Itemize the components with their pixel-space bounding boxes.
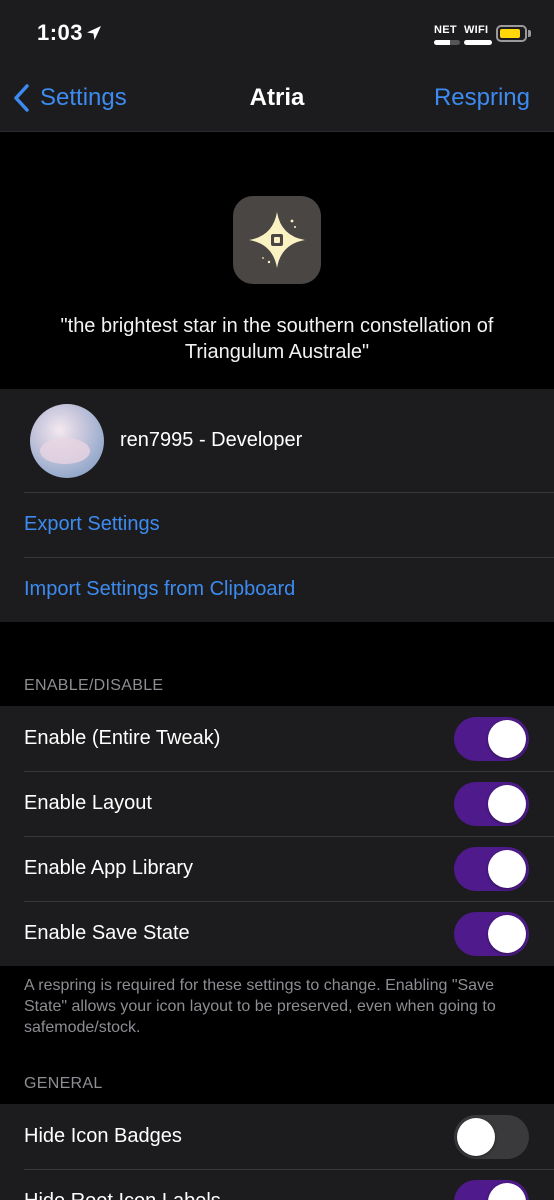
section-header-general: GENERAL bbox=[24, 1075, 103, 1092]
toggle-row-enable-layout: Enable Layout bbox=[0, 771, 554, 836]
navigation-bar: Settings Atria Respring bbox=[0, 66, 554, 132]
hide-icon-badges-toggle[interactable] bbox=[454, 1115, 529, 1159]
export-settings-link[interactable]: Export Settings bbox=[24, 513, 160, 536]
toggle-knob bbox=[488, 915, 526, 953]
toggle-knob bbox=[488, 720, 526, 758]
enable-save-state-toggle[interactable] bbox=[454, 912, 529, 956]
network-label: NET bbox=[434, 24, 457, 36]
hide-root-icon-labels-toggle[interactable] bbox=[454, 1180, 529, 1200]
section-header-enable: ENABLE/DISABLE bbox=[24, 677, 164, 694]
toggle-knob bbox=[488, 850, 526, 888]
section-footer-note: A respring is required for these setting… bbox=[24, 977, 496, 1036]
info-group: ren7995 - Developer Export Settings Impo… bbox=[0, 389, 554, 622]
import-settings-row[interactable]: Import Settings from Clipboard bbox=[0, 557, 554, 622]
wifi-signal-bar bbox=[464, 40, 492, 45]
enable-tweak-toggle[interactable] bbox=[454, 717, 529, 761]
wifi-label: WIFI bbox=[464, 24, 489, 36]
toggle-knob bbox=[488, 1183, 526, 1200]
enable-app-library-toggle[interactable] bbox=[454, 847, 529, 891]
enable-group: Enable (Entire Tweak) Enable Layout Enab… bbox=[0, 706, 554, 966]
toggle-label: Hide Icon Badges bbox=[24, 1125, 182, 1147]
general-group: Hide Icon Badges Hide Root Icon Labels bbox=[0, 1104, 554, 1200]
toggle-row-enable-app-library: Enable App Library bbox=[0, 836, 554, 901]
location-arrow-icon bbox=[87, 26, 101, 40]
avatar bbox=[30, 403, 104, 478]
battery-icon bbox=[496, 25, 527, 42]
toggle-knob bbox=[488, 785, 526, 823]
tweak-header: "the brightest star in the southern cons… bbox=[0, 133, 554, 388]
toggle-row-hide-root-icon-labels: Hide Root Icon Labels bbox=[0, 1169, 554, 1200]
toggle-row-enable-save-state: Enable Save State bbox=[0, 901, 554, 966]
export-settings-row[interactable]: Export Settings bbox=[0, 492, 554, 557]
network-signal-bar bbox=[434, 40, 460, 45]
status-bar: 1:03 NET WIFI bbox=[0, 0, 554, 66]
developer-row[interactable]: ren7995 - Developer bbox=[0, 389, 554, 492]
toggle-label: Enable (Entire Tweak) bbox=[24, 727, 221, 749]
tweak-quote: "the brightest star in the southern cons… bbox=[60, 315, 494, 363]
toggle-label: Hide Root Icon Labels bbox=[24, 1190, 221, 1200]
toggle-label: Enable Save State bbox=[24, 922, 190, 944]
settings-page: 1:03 NET WIFI Settings Atria Respring "t… bbox=[0, 0, 554, 1200]
enable-layout-toggle[interactable] bbox=[454, 782, 529, 826]
toggle-row-enable-tweak: Enable (Entire Tweak) bbox=[0, 706, 554, 771]
toggle-row-hide-icon-badges: Hide Icon Badges bbox=[0, 1104, 554, 1169]
toggle-knob bbox=[457, 1118, 495, 1156]
battery-cap bbox=[528, 30, 531, 37]
import-settings-link[interactable]: Import Settings from Clipboard bbox=[24, 578, 295, 601]
four-point-star-icon bbox=[233, 196, 321, 284]
respring-button[interactable]: Respring bbox=[434, 84, 530, 112]
toggle-label: Enable App Library bbox=[24, 857, 194, 879]
status-time: 1:03 bbox=[37, 20, 84, 45]
developer-name: ren7995 - Developer bbox=[120, 429, 303, 451]
toggle-label: Enable Layout bbox=[24, 792, 152, 814]
